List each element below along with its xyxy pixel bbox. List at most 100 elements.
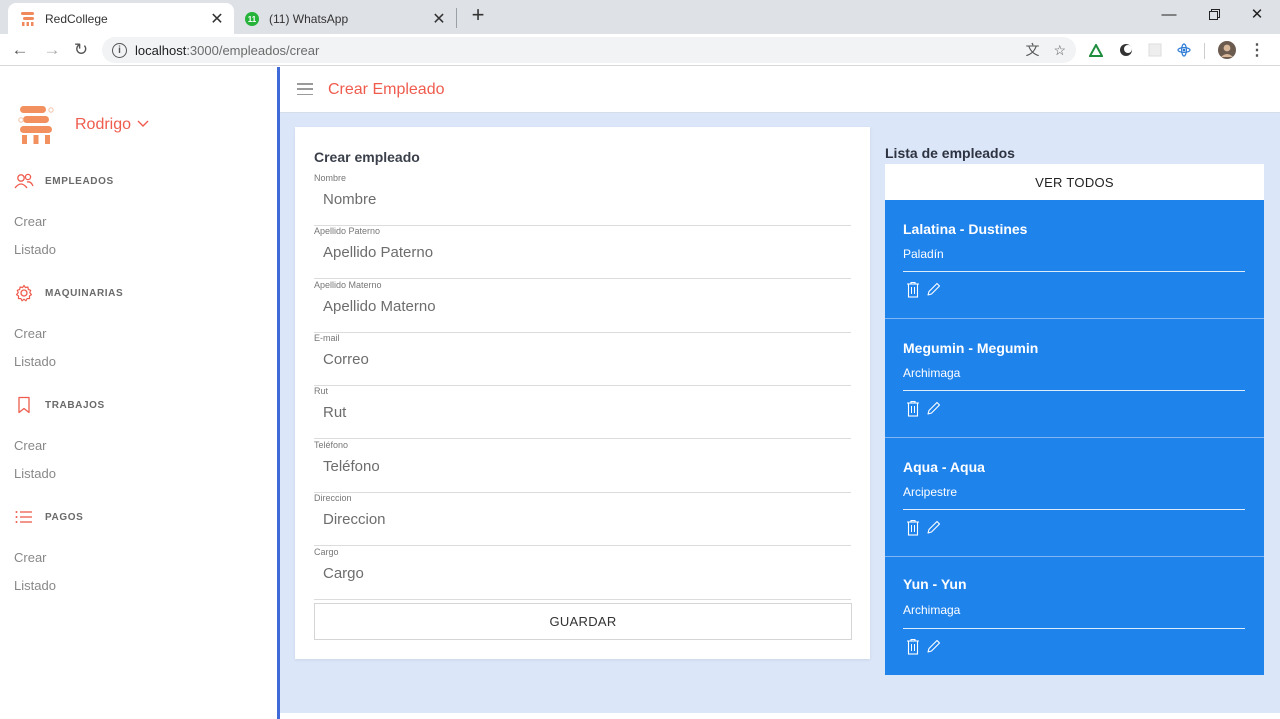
employee-name: Yun - Yun: [903, 576, 967, 592]
close-tab-icon[interactable]: ✕: [206, 9, 228, 29]
employee-card: Aqua - Aqua Arcipestre: [885, 438, 1264, 556]
rut-input[interactable]: [314, 399, 851, 425]
employee-role: Archimaga: [903, 366, 961, 380]
field-label: Cargo: [314, 547, 339, 557]
list-icon: [14, 507, 34, 527]
cargo-input[interactable]: [314, 560, 851, 586]
form-title: Crear empleado: [314, 149, 420, 165]
bookmark-star-icon[interactable]: ☆: [1053, 42, 1066, 59]
sidebar-item-maquinarias-crear[interactable]: Crear: [14, 326, 47, 341]
trash-icon[interactable]: [905, 518, 921, 536]
main-content: Crear Empleado Crear empleado Nombre Ape…: [280, 67, 1280, 719]
employee-actions: [905, 518, 941, 536]
minimize-window-icon[interactable]: —: [1149, 2, 1189, 26]
sidebar-item-pagos-listado[interactable]: Listado: [14, 578, 56, 593]
close-tab-icon[interactable]: ✕: [428, 9, 450, 29]
field-apellido-paterno: Apellido Paterno: [314, 226, 851, 279]
card-divider: [903, 390, 1245, 391]
extension-react-icon[interactable]: [1174, 40, 1194, 60]
tab-divider: [456, 8, 457, 28]
sidebar: Rodrigo EMPLEADOS Crear Listado MAQUINAR…: [0, 67, 277, 719]
pencil-edit-icon[interactable]: [925, 518, 941, 536]
employee-actions: [905, 399, 941, 417]
tab-title: (11) WhatsApp: [269, 11, 349, 26]
tab-whatsapp[interactable]: 11 (11) WhatsApp ✕: [234, 3, 456, 34]
top-header: Crear Empleado: [280, 67, 1280, 113]
extension-blank-icon[interactable]: [1145, 40, 1165, 60]
extension-triangle-icon[interactable]: [1086, 40, 1106, 60]
sidebar-section-trabajos: TRABAJOS: [14, 395, 105, 415]
employee-actions: [905, 280, 941, 298]
trash-icon[interactable]: [905, 637, 921, 655]
pencil-edit-icon[interactable]: [925, 280, 941, 298]
sidebar-item-trabajos-crear[interactable]: Crear: [14, 438, 47, 453]
hamburger-menu-icon[interactable]: [297, 83, 313, 95]
employee-role: Archimaga: [903, 603, 961, 617]
redcollege-logo-icon: [18, 105, 54, 145]
address-bar[interactable]: i localhost:3000/empleados/crear 文 ☆: [102, 37, 1076, 63]
footer-strip: [280, 713, 1280, 719]
sidebar-item-trabajos-listado[interactable]: Listado: [14, 466, 56, 481]
sidebar-item-empleados-listado[interactable]: Listado: [14, 242, 56, 257]
page-title: Crear Empleado: [328, 81, 445, 98]
browser-toolbar: ← → ↻ i localhost:3000/empleados/crear 文…: [0, 34, 1280, 66]
field-label: Rut: [314, 386, 329, 396]
employee-name: Lalatina - Dustines: [903, 221, 1028, 237]
user-menu-toggle[interactable]: Rodrigo: [75, 116, 149, 134]
field-cargo: Cargo: [314, 547, 851, 600]
close-window-icon[interactable]: ✕: [1237, 2, 1277, 26]
sidebar-section-label: MAQUINARIAS: [45, 287, 124, 299]
card-divider: [903, 628, 1245, 629]
trash-icon[interactable]: [905, 399, 921, 417]
field-label: Apellido Materno: [314, 280, 382, 290]
save-button[interactable]: GUARDAR: [314, 603, 852, 640]
nombre-input[interactable]: [314, 186, 851, 212]
employee-card: Yun - Yun Archimaga: [885, 557, 1264, 675]
pencil-edit-icon[interactable]: [925, 399, 941, 417]
reload-icon[interactable]: ↻: [69, 38, 93, 62]
email-input[interactable]: [314, 346, 851, 372]
tab-redcollege[interactable]: RedCollege ✕: [8, 3, 234, 34]
direccion-input[interactable]: [314, 506, 851, 532]
field-label: Direccion: [314, 493, 352, 503]
whatsapp-favicon-icon: 11: [244, 11, 260, 27]
sidebar-section-empleados: EMPLEADOS: [14, 171, 114, 191]
employee-role: Arcipestre: [903, 485, 958, 499]
forward-arrow-icon[interactable]: →: [40, 38, 64, 62]
site-info-icon[interactable]: i: [112, 42, 127, 58]
employee-list-title: Lista de empleados: [885, 145, 1015, 161]
new-tab-button[interactable]: +: [466, 4, 490, 28]
trash-icon[interactable]: [905, 280, 921, 298]
pencil-edit-icon[interactable]: [925, 637, 941, 655]
field-nombre: Nombre: [314, 173, 851, 226]
extension-dark-reader-icon[interactable]: [1116, 40, 1136, 60]
field-label: Apellido Paterno: [314, 226, 381, 236]
apellido-paterno-input[interactable]: [314, 239, 851, 265]
sidebar-item-maquinarias-listado[interactable]: Listado: [14, 354, 56, 369]
toolbar-divider: [1204, 43, 1205, 59]
see-all-button[interactable]: VER TODOS: [885, 164, 1264, 200]
sidebar-item-pagos-crear[interactable]: Crear: [14, 550, 47, 565]
profile-avatar-icon[interactable]: [1217, 40, 1237, 60]
translate-icon[interactable]: 文: [1025, 40, 1039, 60]
sidebar-item-empleados-crear[interactable]: Crear: [14, 214, 47, 229]
restore-window-icon[interactable]: [1194, 2, 1234, 26]
field-rut: Rut: [314, 386, 851, 439]
employee-name: Aqua - Aqua: [903, 459, 985, 475]
back-arrow-icon[interactable]: ←: [8, 38, 32, 62]
sidebar-section-label: EMPLEADOS: [45, 175, 114, 187]
field-label: Nombre: [314, 173, 347, 183]
tab-title: RedCollege: [45, 11, 108, 26]
sidebar-section-maquinarias: MAQUINARIAS: [14, 283, 123, 303]
browser-menu-icon[interactable]: ⋮: [1247, 40, 1267, 60]
url-host: localhost: [135, 42, 187, 58]
sidebar-section-label: TRABAJOS: [45, 399, 105, 411]
bookmark-icon: [14, 395, 34, 415]
gear-icon: [14, 283, 34, 303]
apellido-materno-input[interactable]: [314, 293, 851, 319]
employee-actions: [905, 637, 941, 655]
employee-card: Lalatina - Dustines Paladín: [885, 200, 1264, 318]
field-telefono: Teléfono: [314, 440, 851, 493]
telefono-input[interactable]: [314, 453, 851, 479]
field-label: Teléfono: [314, 440, 349, 450]
